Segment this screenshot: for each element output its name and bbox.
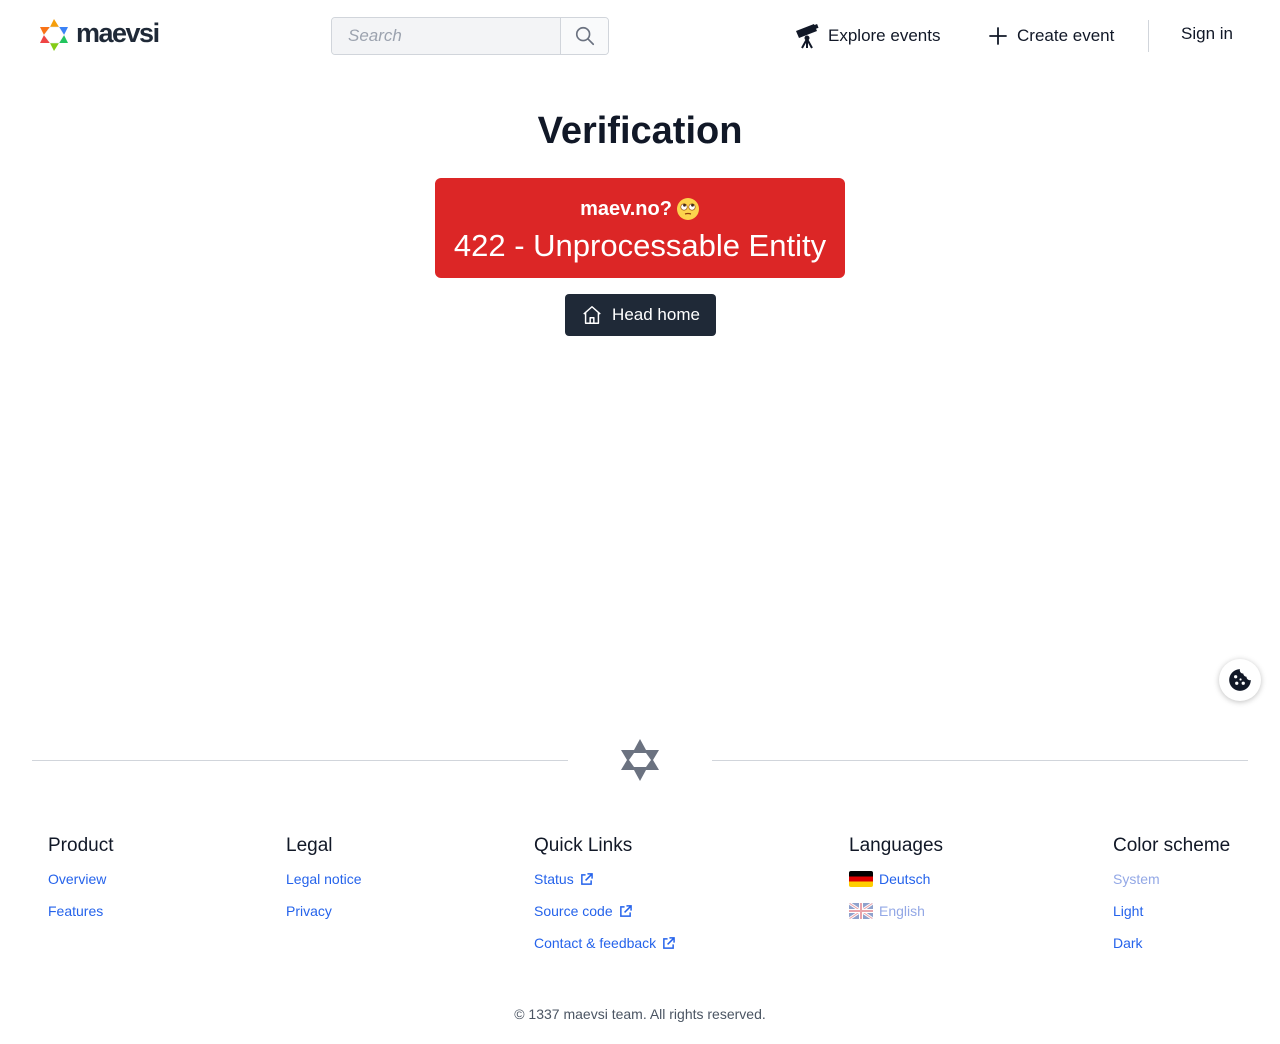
footer-languages: Languages Deutsch English (849, 835, 943, 934)
page-title: Verification (537, 110, 743, 152)
color-scheme-system[interactable]: System (1113, 863, 1230, 895)
search-bar (331, 17, 609, 55)
site-header: maevsi Explore events Create event Sign … (0, 0, 1280, 72)
footer-link-source-code-label: Source code (534, 903, 613, 919)
nav-divider (1148, 20, 1149, 52)
language-deutsch[interactable]: Deutsch (849, 863, 943, 895)
footer-link-source-code[interactable]: Source code (534, 895, 675, 927)
copyright: © 1337 maevsi team. All rights reserved. (514, 1006, 766, 1022)
home-icon (583, 306, 601, 324)
external-link-icon (663, 936, 676, 949)
telescope-icon (796, 24, 819, 49)
footer-link-contact[interactable]: Contact & feedback (534, 927, 676, 959)
language-english[interactable]: English (849, 895, 943, 927)
error-message: 422 - Unprocessable Entity (453, 228, 827, 263)
nav-explore-events[interactable]: Explore events (794, 22, 940, 50)
footer-link-privacy[interactable]: Privacy (286, 895, 362, 927)
brand-star-icon (40, 19, 68, 51)
head-home-button[interactable]: Head home (565, 294, 716, 336)
footer-quick-links: Quick Links Status Source code Contact &… (534, 835, 676, 966)
search-icon (575, 26, 594, 46)
footer-link-overview[interactable]: Overview (48, 863, 113, 895)
color-scheme-dark[interactable]: Dark (1113, 927, 1230, 959)
cookie-icon (1229, 669, 1251, 691)
language-deutsch-label: Deutsch (879, 871, 931, 887)
brand-logo[interactable]: maevsi (38, 17, 160, 52)
footer-link-contact-label: Contact & feedback (534, 935, 657, 951)
nav-create-label: Create event (1017, 26, 1115, 45)
footer-link-legal-notice[interactable]: Legal notice (286, 863, 362, 895)
uk-flag-icon (849, 903, 873, 919)
footer-color-scheme: Color scheme System Light Dark (1113, 835, 1230, 966)
search-input[interactable] (332, 18, 560, 54)
german-flag-icon (849, 871, 873, 887)
search-button[interactable] (560, 18, 608, 54)
rolling-eyes-emoji (676, 198, 699, 220)
external-link-icon (580, 872, 593, 885)
sign-in-link[interactable]: Sign in (1181, 24, 1233, 44)
error-heading: maev.no? (435, 196, 845, 222)
nav-create-event[interactable]: Create event (987, 22, 1114, 50)
error-card: maev.no? 422 - Unprocessable Entity (435, 178, 845, 278)
footer-link-status-label: Status (534, 871, 574, 887)
footer-star-icon (621, 739, 659, 781)
footer-divider-right (712, 760, 1248, 761)
cookie-settings-button[interactable] (1219, 659, 1261, 701)
footer-link-features[interactable]: Features (48, 895, 113, 927)
footer-legal-heading: Legal (286, 835, 333, 856)
language-english-label: English (879, 903, 925, 919)
footer-product: Product Overview Features (48, 835, 113, 934)
nav-explore-label: Explore events (828, 26, 941, 45)
footer-link-status[interactable]: Status (534, 863, 675, 895)
footer-languages-heading: Languages (849, 835, 944, 856)
external-link-icon (619, 904, 632, 917)
footer-product-heading: Product (48, 835, 114, 856)
footer-color-scheme-heading: Color scheme (1113, 835, 1231, 856)
footer-quick-heading: Quick Links (534, 835, 633, 856)
footer-divider-left (32, 760, 568, 761)
plus-icon (989, 27, 1007, 45)
head-home-label: Head home (612, 305, 700, 324)
color-scheme-light[interactable]: Light (1113, 895, 1230, 927)
error-heading-text: maev.no? (580, 197, 672, 220)
brand-name: maevsi (76, 17, 160, 48)
footer-legal: Legal Legal notice Privacy (286, 835, 362, 934)
